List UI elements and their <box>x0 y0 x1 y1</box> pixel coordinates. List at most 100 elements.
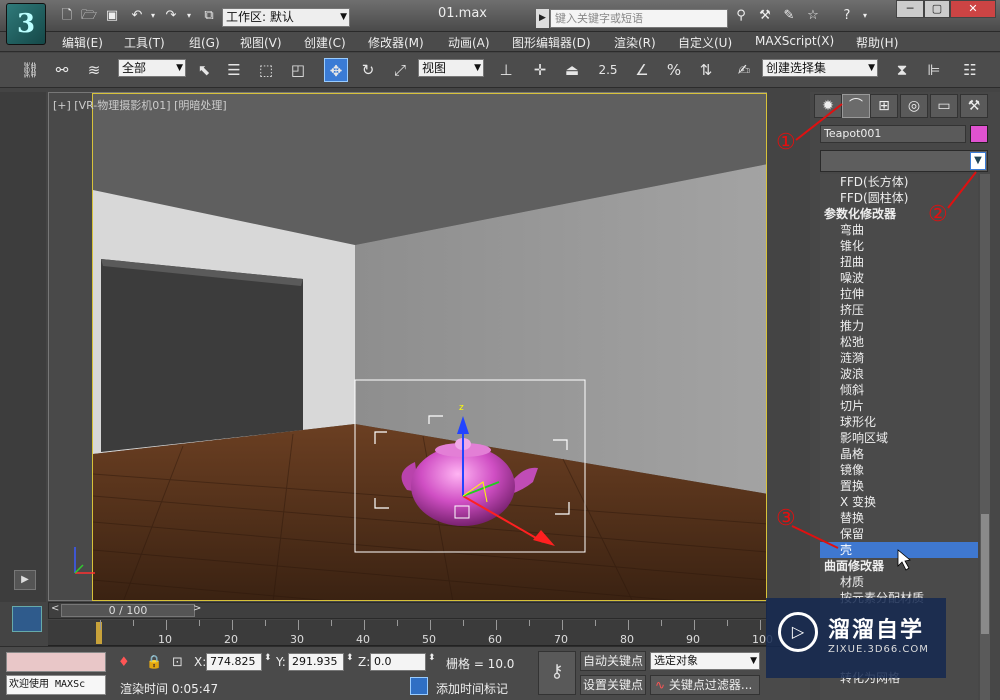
motion-tab-icon[interactable]: ◎ <box>900 94 928 118</box>
rect-selection-icon[interactable]: ⬚ <box>254 58 278 82</box>
mirror-icon[interactable]: ⧗ <box>890 58 914 82</box>
modifier-list-item[interactable]: FFD(长方体) <box>820 174 978 190</box>
close-button[interactable]: ✕ <box>950 0 996 18</box>
key-mode-icon[interactable]: ⚷ <box>538 651 576 695</box>
modifier-list-item[interactable]: FFD(圆柱体) <box>820 190 978 206</box>
set-key-button[interactable]: 设置关键点 <box>580 675 646 695</box>
search-input[interactable]: 键入关键字或短语 <box>550 9 728 28</box>
menu-views[interactable]: 视图(V) <box>240 34 282 51</box>
modifier-list-item[interactable]: 锥化 <box>820 238 978 254</box>
play-icon[interactable]: ▶ <box>14 570 36 590</box>
percent-snap-icon[interactable]: % <box>662 58 686 82</box>
x-spinner-icon[interactable]: ⬍ <box>264 653 272 663</box>
time-next-icon[interactable]: > <box>193 603 201 614</box>
help-icon[interactable]: ? <box>838 8 856 24</box>
help-dropdown-icon[interactable]: ▾ <box>856 8 874 24</box>
modifier-list-item[interactable]: 切片 <box>820 398 978 414</box>
spinner-snap-icon[interactable]: ⇅ <box>694 58 718 82</box>
y-spinner-icon[interactable]: ⬍ <box>346 653 354 663</box>
time-slider[interactable]: < 0 / 100 > <box>48 602 767 619</box>
modifier-list-item[interactable]: 推力 <box>820 318 978 334</box>
modifier-list-item[interactable]: 拉伸 <box>820 286 978 302</box>
subscription-icon[interactable]: ⚒ <box>756 8 774 24</box>
y-coord-field[interactable]: 291.935 <box>288 653 344 671</box>
edit-named-selection-icon[interactable]: ✍ <box>732 58 756 82</box>
maxscript-output[interactable]: 欢迎使用 MAXSc <box>6 675 106 695</box>
modifier-list-dropdown[interactable]: ▼ <box>820 150 988 172</box>
key-filters-button[interactable]: ∿ 关键点过滤器... <box>650 675 760 695</box>
modifier-list-item[interactable]: 保留 <box>820 526 978 542</box>
modifier-list-item[interactable]: 倾斜 <box>820 382 978 398</box>
search-expand-icon[interactable]: ▶ <box>536 9 549 28</box>
key-selection-select[interactable]: 选定对象 ▼ <box>650 652 760 670</box>
modify-tab-icon[interactable]: ⌒ <box>842 94 870 118</box>
angle-snap-icon[interactable]: ∠ <box>630 58 654 82</box>
scale-icon[interactable]: ⤢ <box>388 58 412 82</box>
modifier-list-item[interactable]: 涟漪 <box>820 350 978 366</box>
time-prev-icon[interactable]: < <box>51 603 59 614</box>
scrollbar-thumb[interactable] <box>981 514 989 634</box>
z-spinner-icon[interactable]: ⬍ <box>428 653 436 663</box>
modifier-list-item[interactable]: X 变换 <box>820 494 978 510</box>
undo-dropdown-icon[interactable]: ▾ <box>144 8 162 24</box>
hierarchy-tab-icon[interactable]: ⊞ <box>870 94 898 118</box>
save-file-icon[interactable]: ▣ <box>103 8 121 24</box>
menu-maxscript[interactable]: MAXScript(X) <box>755 34 834 48</box>
rotate-icon[interactable]: ↻ <box>356 58 380 82</box>
modifier-list-item[interactable]: 壳 <box>820 542 978 558</box>
modifier-list-item[interactable]: 置换 <box>820 478 978 494</box>
select-manipulate-icon[interactable]: ✛ <box>528 58 552 82</box>
modifier-list-item[interactable]: 影响区域 <box>820 430 978 446</box>
menu-create[interactable]: 创建(C) <box>304 34 346 51</box>
modifier-list-item[interactable]: 噪波 <box>820 270 978 286</box>
lock-selection-icon[interactable]: 🔒 <box>146 655 162 670</box>
modifier-category-header[interactable]: 曲面修改器 <box>820 558 978 574</box>
snap-toggle-icon[interactable]: 2.5 <box>596 58 620 82</box>
modifier-list-item[interactable]: 波浪 <box>820 366 978 382</box>
redo-icon[interactable]: ↷ <box>162 8 180 24</box>
menu-customize[interactable]: 自定义(U) <box>678 34 732 51</box>
object-color-swatch[interactable] <box>970 125 988 143</box>
isolate-icon[interactable]: ♦ <box>118 655 130 670</box>
modifier-list-scrollbar[interactable] <box>980 174 990 700</box>
modifier-list-item[interactable]: 松弛 <box>820 334 978 350</box>
menu-graph-editors[interactable]: 图形编辑器(D) <box>512 34 591 51</box>
open-file-icon[interactable]: 🗁 <box>80 8 98 24</box>
object-name-field[interactable]: Teapot001 <box>820 125 966 143</box>
app-logo[interactable]: 3 <box>6 3 46 45</box>
chevron-down-icon[interactable]: ▼ <box>970 152 986 170</box>
menu-group[interactable]: 组(G) <box>189 34 220 51</box>
select-object-icon[interactable]: ⬉ <box>192 58 216 82</box>
project-folder-icon[interactable]: ⧉ <box>200 8 218 24</box>
move-icon[interactable]: ✥ <box>324 58 348 82</box>
mini-listener-icon[interactable] <box>12 606 42 632</box>
reference-coord-select[interactable]: 视图 ▼ <box>418 59 484 77</box>
modifier-list-item[interactable]: 替换 <box>820 510 978 526</box>
maxscript-listener-input[interactable] <box>6 652 106 672</box>
create-tab-icon[interactable]: ✹ <box>814 94 842 118</box>
keyboard-shortcut-icon[interactable]: ⏏ <box>560 58 584 82</box>
unlink-icon[interactable]: ⚯ <box>50 58 74 82</box>
menu-help[interactable]: 帮助(H) <box>856 34 898 51</box>
align-icon[interactable]: ⊫ <box>922 58 946 82</box>
workspace-select[interactable]: 工作区: 默认 ▼ <box>222 8 350 27</box>
layer-manager-icon[interactable]: ☷ <box>958 58 982 82</box>
modifier-list-item[interactable]: 镜像 <box>820 462 978 478</box>
add-time-tag-label[interactable]: 添加时间标记 <box>436 680 508 697</box>
absolute-mode-icon[interactable]: ⊡ <box>172 655 183 670</box>
menu-animation[interactable]: 动画(A) <box>448 34 490 51</box>
x-coord-field[interactable]: 774.825 <box>206 653 262 671</box>
link-icon[interactable]: ⛓ <box>18 58 42 82</box>
menu-edit[interactable]: 编辑(E) <box>62 34 103 51</box>
modifier-list-item[interactable]: 扭曲 <box>820 254 978 270</box>
modifier-list-item[interactable]: 挤压 <box>820 302 978 318</box>
auto-key-button[interactable]: 自动关键点 <box>580 651 646 671</box>
viewport-label[interactable]: [+] [VR-物理摄影机01] [明暗处理] <box>53 97 227 113</box>
menu-rendering[interactable]: 渲染(R) <box>614 34 656 51</box>
track-bar[interactable]: 10 20 30 40 50 60 70 80 90 100 <box>48 620 773 646</box>
bind-space-warp-icon[interactable]: ≋ <box>82 58 106 82</box>
modifier-list-item[interactable]: 材质 <box>820 574 978 590</box>
binoculars-icon[interactable]: ⚲ <box>732 8 750 24</box>
z-coord-field[interactable]: 0.0 <box>370 653 426 671</box>
modifier-list-item[interactable]: 晶格 <box>820 446 978 462</box>
